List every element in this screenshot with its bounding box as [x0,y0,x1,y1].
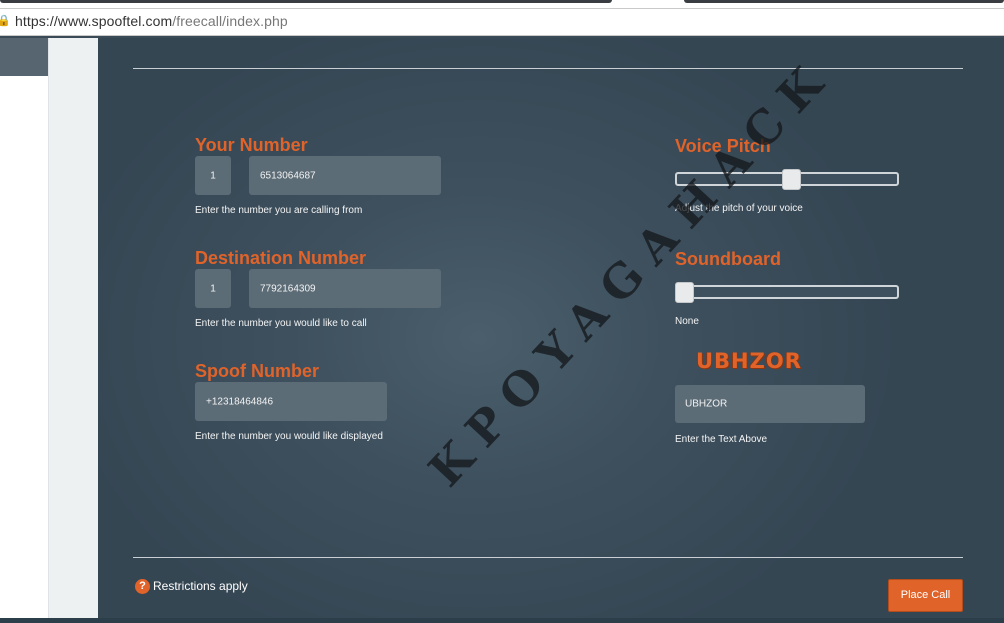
destination-number-label: Destination Number [195,248,367,268]
top-divider [133,68,963,69]
soundboard-slider-thumb[interactable] [675,282,694,303]
voice-pitch-slider-thumb[interactable] [781,169,801,190]
soundboard-selected-value: None [675,316,699,327]
your-number-country-code-value: 1 [210,170,216,181]
soundboard-label: Soundboard [675,249,781,269]
browser-tab[interactable] [0,0,612,3]
question-icon[interactable]: ? [135,579,150,594]
window-bottom-edge [0,618,1004,623]
spoof-number-value: +12318464846 [206,396,274,407]
your-number-label: Your Number [195,135,308,155]
your-number-country-code[interactable]: 1 [195,156,231,195]
place-call-button[interactable]: Place Call [888,579,963,612]
destination-number-help: Enter the number you would like to call [195,318,367,329]
captcha-image: UBHZOR [696,349,802,373]
left-sidebar [0,38,49,623]
your-number-help: Enter the number you are calling from [195,205,363,216]
url-path: /freecall/index.php [172,13,288,29]
captcha-input-value: UBHZOR [685,398,728,410]
captcha-help: Enter the Text Above [675,434,768,445]
destination-number-value: 7792164309 [260,283,316,294]
sidebar-nav-item[interactable] [0,38,48,76]
soundboard-slider[interactable] [675,282,899,303]
your-number-value: 6513064687 [260,170,316,181]
destination-number-input[interactable]: 7792164309 [249,269,441,308]
browser-tab[interactable] [684,0,1004,3]
url-text[interactable]: https://www.spooftel.com/freecall/index.… [15,13,288,29]
destination-country-code-value: 1 [210,283,216,294]
spoof-number-input[interactable]: +12318464846 [195,382,387,421]
bottom-divider [133,557,963,558]
captcha-input[interactable]: UBHZOR [675,385,865,423]
your-number-input[interactable]: 6513064687 [249,156,441,195]
url-host: https://www.spooftel.com [15,13,173,29]
destination-country-code[interactable]: 1 [195,269,231,308]
spoof-number-label: Spoof Number [195,361,319,381]
browser-tab-strip [0,0,1004,8]
page-gutter [49,38,98,623]
spoof-number-help: Enter the number you would like displaye… [195,431,383,442]
lock-icon: 🔒 [0,14,11,27]
restrictions-link[interactable]: Restrictions apply [153,579,248,593]
address-bar[interactable]: 🔒 https://www.spooftel.com/freecall/inde… [0,8,1004,36]
